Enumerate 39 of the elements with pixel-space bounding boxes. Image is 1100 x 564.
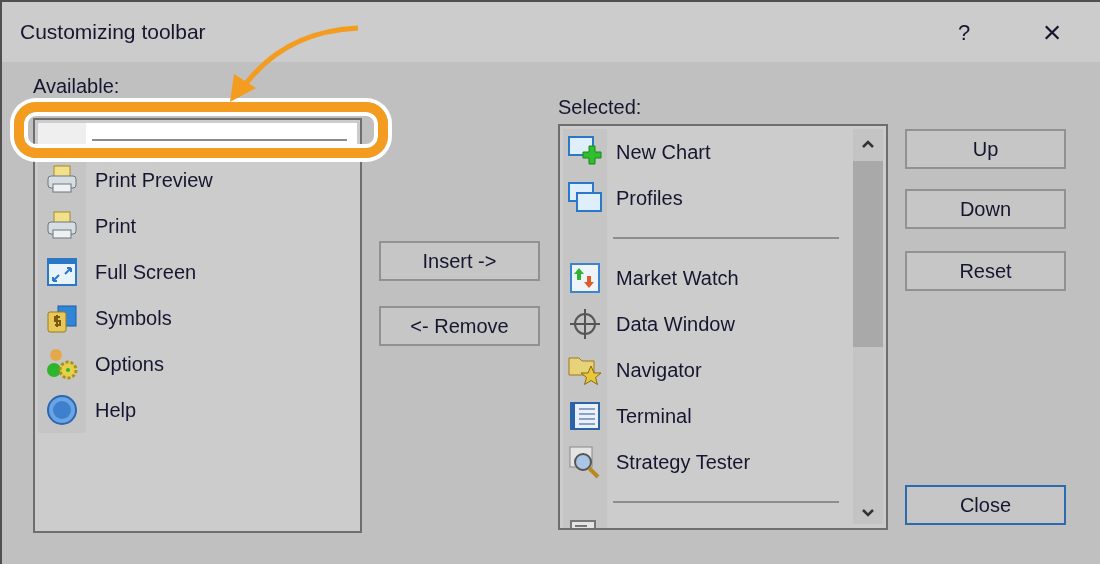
item-label: Symbols xyxy=(95,306,172,331)
item-label: New Chart xyxy=(616,140,711,165)
selected-list[interactable]: New Chart Profiles Market Watch Data Window Navigator Terminal Strategy Tester xyxy=(558,124,888,530)
side-button[interactable]: Reset xyxy=(905,251,1066,291)
list-item[interactable]: Navigator xyxy=(563,347,849,393)
item-label: Options xyxy=(95,352,164,377)
list-item[interactable]: Symbols xyxy=(38,295,357,341)
item-label: Navigator xyxy=(616,358,702,383)
list-item[interactable]: Options xyxy=(38,341,357,387)
section-label: Selected: xyxy=(558,95,643,120)
section-label: Available: xyxy=(33,76,121,96)
list-item[interactable]: Terminal xyxy=(563,393,849,439)
side-button[interactable]: Up xyxy=(905,129,1066,169)
item-label: Print xyxy=(95,214,137,239)
item-label: Help xyxy=(95,398,137,423)
list-item[interactable]: Strategy Tester xyxy=(563,439,849,485)
available-list[interactable]: Print Preview Print Full Screen Symbols Options Help xyxy=(33,118,362,533)
list-item[interactable]: Help xyxy=(38,387,357,433)
item-label: Data Window xyxy=(616,312,735,337)
side-button[interactable]: Down xyxy=(905,189,1066,229)
item-label: Profiles xyxy=(616,186,683,211)
default-button[interactable]: Close xyxy=(905,485,1066,525)
list-item[interactable]: New Chart xyxy=(563,129,849,175)
help-button[interactable]: ? xyxy=(944,15,984,49)
list-item[interactable]: Full Screen xyxy=(38,249,357,295)
item-label: Print Preview xyxy=(95,168,213,193)
list-item[interactable]: Print xyxy=(38,203,357,249)
list-item[interactable]: Profiles xyxy=(563,175,849,221)
list-item[interactable]: Market Watch xyxy=(563,255,849,301)
remove-button[interactable]: <- Remove xyxy=(379,306,540,346)
insert-button[interactable]: Insert -> xyxy=(379,241,540,281)
list-item[interactable]: Data Window xyxy=(563,301,849,347)
item-label: Full Screen xyxy=(95,260,197,285)
item-label: Terminal xyxy=(616,404,692,429)
list-item[interactable]: Print Preview xyxy=(38,157,357,203)
item-label: Strategy Tester xyxy=(616,450,751,475)
close-button[interactable]: × xyxy=(1032,8,1072,56)
window-title: Customizing toolbar xyxy=(20,19,206,46)
item-label: Market Watch xyxy=(616,266,739,291)
